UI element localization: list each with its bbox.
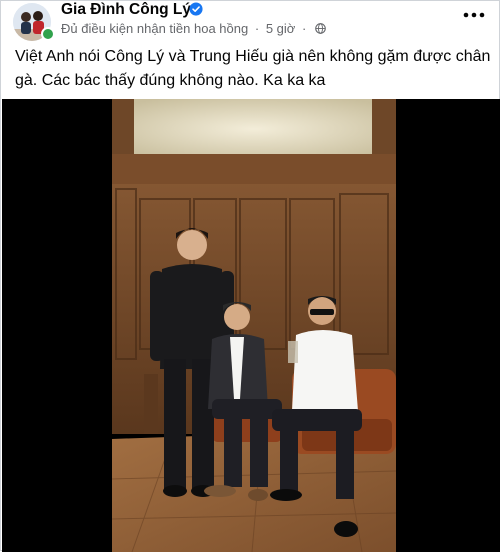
post-card: Gia Đình Công Lý Đủ điều kiện nhận tiền …	[0, 0, 500, 552]
post-photo[interactable]	[112, 99, 396, 552]
verified-badge-icon	[189, 2, 203, 16]
post-header: Gia Đình Công Lý Đủ điều kiện nhận tiền …	[1, 1, 500, 41]
more-options-icon[interactable]	[459, 7, 489, 23]
meta-separator: ·	[301, 21, 307, 36]
meta-separator: ·	[254, 21, 260, 36]
page-name-link[interactable]: Gia Đình Công Lý	[61, 1, 191, 19]
globe-icon[interactable]	[315, 23, 326, 34]
post-caption: Việt Anh nói Công Lý và Trung Hiếu già n…	[15, 48, 491, 89]
online-status-dot	[41, 27, 55, 41]
post-timestamp[interactable]: 5 giờ	[266, 21, 296, 36]
commission-eligibility-label: Đủ điều kiện nhận tiền hoa hồng	[61, 21, 249, 36]
post-meta: Đủ điều kiện nhận tiền hoa hồng · 5 giờ …	[61, 21, 326, 37]
post-media[interactable]	[2, 99, 500, 552]
